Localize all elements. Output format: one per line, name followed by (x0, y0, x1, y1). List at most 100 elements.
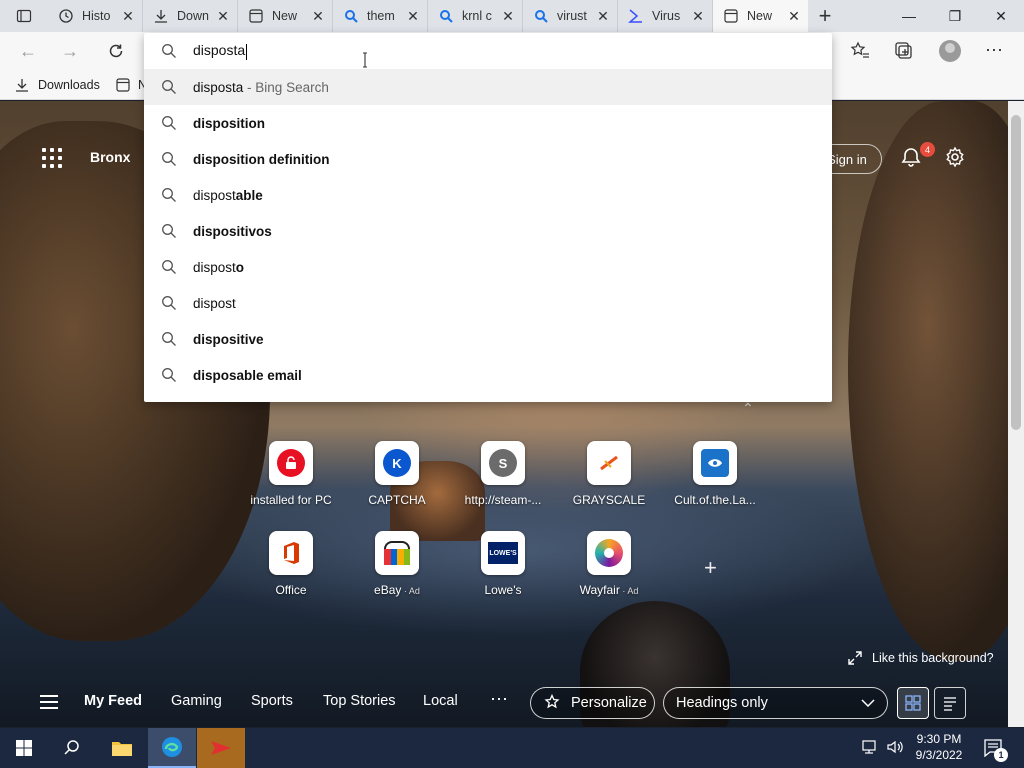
newtab-icon (248, 8, 264, 24)
new-tab-button[interactable]: + (808, 0, 842, 32)
search-icon (144, 331, 193, 347)
suggestion-item[interactable]: disposition definition (144, 141, 832, 177)
browser-tab[interactable]: New ✕ (238, 0, 333, 32)
suggestion-item[interactable]: dispositivos (144, 213, 832, 249)
browser-tab[interactable]: New ✕ (713, 0, 808, 32)
suggestion-text: dispositive (193, 331, 264, 347)
minimize-button[interactable]: — (886, 0, 932, 32)
close-tab-icon[interactable]: ✕ (500, 8, 516, 24)
network-icon[interactable] (862, 739, 880, 757)
sparkle-edit-icon (544, 694, 560, 709)
like-background-button[interactable]: Like this background? (848, 651, 994, 665)
volume-icon[interactable] (886, 739, 904, 757)
notification-badge: 4 (920, 142, 935, 157)
suggestion-item[interactable]: dispost (144, 285, 832, 321)
profile-avatar[interactable] (939, 40, 961, 62)
favorite-downloads[interactable]: Downloads (14, 74, 100, 96)
suggestion-item[interactable]: dispositive (144, 321, 832, 357)
search-icon (144, 151, 193, 167)
browser-tab[interactable]: them ✕ (333, 0, 428, 32)
suggestion-text: dispost (193, 295, 236, 311)
quick-link[interactable]: LOWE'S Lowe's (453, 531, 553, 597)
favorites-button[interactable] (849, 40, 871, 62)
ebay-icon (375, 531, 419, 575)
favorite-item-2[interactable]: N (116, 74, 147, 96)
chevron-up-icon[interactable]: ⌃ (742, 400, 754, 417)
taskbar-edge[interactable] (148, 728, 196, 768)
browser-tab[interactable]: virust ✕ (523, 0, 618, 32)
tab-title: Virus (652, 9, 681, 23)
refresh-button[interactable] (102, 37, 130, 65)
quick-link[interactable]: eBay · Ad (347, 531, 447, 597)
feed-tab-my-feed[interactable]: My Feed (84, 693, 142, 709)
newtab-icon (116, 78, 130, 92)
taskbar-clock[interactable]: 9:30 PM 9/3/2022 (905, 731, 973, 763)
download-icon (153, 8, 169, 24)
suggestion-item[interactable]: disposition (144, 105, 832, 141)
feed-more-button[interactable]: ⋯ (490, 689, 509, 710)
suggestion-item[interactable]: disposto (144, 249, 832, 285)
tab-title: Down (177, 9, 209, 23)
menu-hamburger-icon[interactable] (40, 695, 58, 709)
address-input[interactable]: disposta (193, 42, 248, 60)
weather-location[interactable]: Bronx (90, 149, 130, 165)
notifications-bell-icon[interactable] (900, 146, 922, 168)
suggestion-item[interactable]: disposta - Bing Search (144, 69, 832, 105)
suggestion-item[interactable]: disposable email (144, 357, 832, 393)
close-tab-icon[interactable]: ✕ (690, 8, 706, 24)
address-bar[interactable]: disposta (144, 33, 832, 69)
close-tab-icon[interactable]: ✕ (310, 8, 326, 24)
search-icon (144, 115, 193, 131)
close-tab-icon[interactable]: ✕ (405, 8, 421, 24)
suggestion-text: disposable email (193, 367, 302, 383)
headings-select[interactable]: Headings only (663, 687, 888, 719)
settings-more-button[interactable]: ⋯ (985, 40, 1004, 61)
suggestion-item[interactable]: dispostable (144, 177, 832, 213)
back-button[interactable]: ← (14, 37, 42, 65)
quick-link[interactable]: GRAYSCALE (559, 441, 659, 507)
collections-button[interactable] (893, 40, 915, 62)
browser-tab[interactable]: Down ✕ (143, 0, 238, 32)
gear-icon[interactable] (944, 146, 966, 168)
feed-tab-sports[interactable]: Sports (251, 693, 293, 709)
window-controls: — ❐ ✕ (886, 0, 1024, 32)
taskbar-search-button[interactable] (48, 728, 96, 768)
quick-link[interactable]: Office (241, 531, 341, 597)
close-tab-icon[interactable]: ✕ (595, 8, 611, 24)
personalize-label: Personalize (571, 695, 647, 711)
quick-link-label: Wayfair · Ad (579, 583, 639, 597)
grid-layout-button[interactable] (897, 687, 929, 719)
feed-tab-local[interactable]: Local (423, 693, 458, 709)
add-quick-link-button[interactable]: + (704, 555, 717, 581)
restore-button[interactable]: ❐ (932, 0, 978, 32)
tab-actions-button[interactable] (0, 0, 48, 32)
like-background-label: Like this background? (872, 651, 994, 665)
tab-title: virust (557, 9, 587, 23)
taskbar-file-explorer[interactable] (98, 728, 146, 768)
list-layout-button[interactable] (934, 687, 966, 719)
star-list-icon (850, 41, 869, 58)
feed-tab-top-stories[interactable]: Top Stories (323, 693, 396, 709)
edge-browser-icon (162, 737, 182, 757)
forward-button[interactable]: → (56, 37, 84, 65)
personalize-button[interactable]: Personalize (530, 687, 655, 719)
close-tab-icon[interactable]: ✕ (215, 8, 231, 24)
apps-launcher-icon[interactable] (42, 148, 62, 168)
browser-tab[interactable]: krnl c ✕ (428, 0, 523, 32)
quick-link[interactable]: K CAPTCHA (347, 441, 447, 507)
close-tab-icon[interactable]: ✕ (120, 8, 136, 24)
quick-link[interactable]: Shttp://steam-... (453, 441, 553, 507)
browser-tab[interactable]: Virus ✕ (618, 0, 713, 32)
quick-link[interactable]: installed for PC (241, 441, 341, 507)
browser-tab[interactable]: Histo ✕ (48, 0, 143, 32)
close-window-button[interactable]: ✕ (978, 0, 1024, 32)
start-button[interactable] (0, 728, 48, 768)
feed-tab-gaming[interactable]: Gaming (171, 693, 222, 709)
close-tab-icon[interactable]: ✕ (786, 8, 802, 24)
quick-link[interactable]: Wayfair · Ad (559, 531, 659, 597)
taskbar-app-flagged[interactable] (197, 728, 245, 768)
suggestion-text: disposto (193, 259, 245, 275)
quick-link[interactable]: Cult.of.the.La... (665, 441, 765, 507)
page-scrollbar-thumb[interactable] (1011, 115, 1021, 430)
search-icon (144, 259, 193, 275)
